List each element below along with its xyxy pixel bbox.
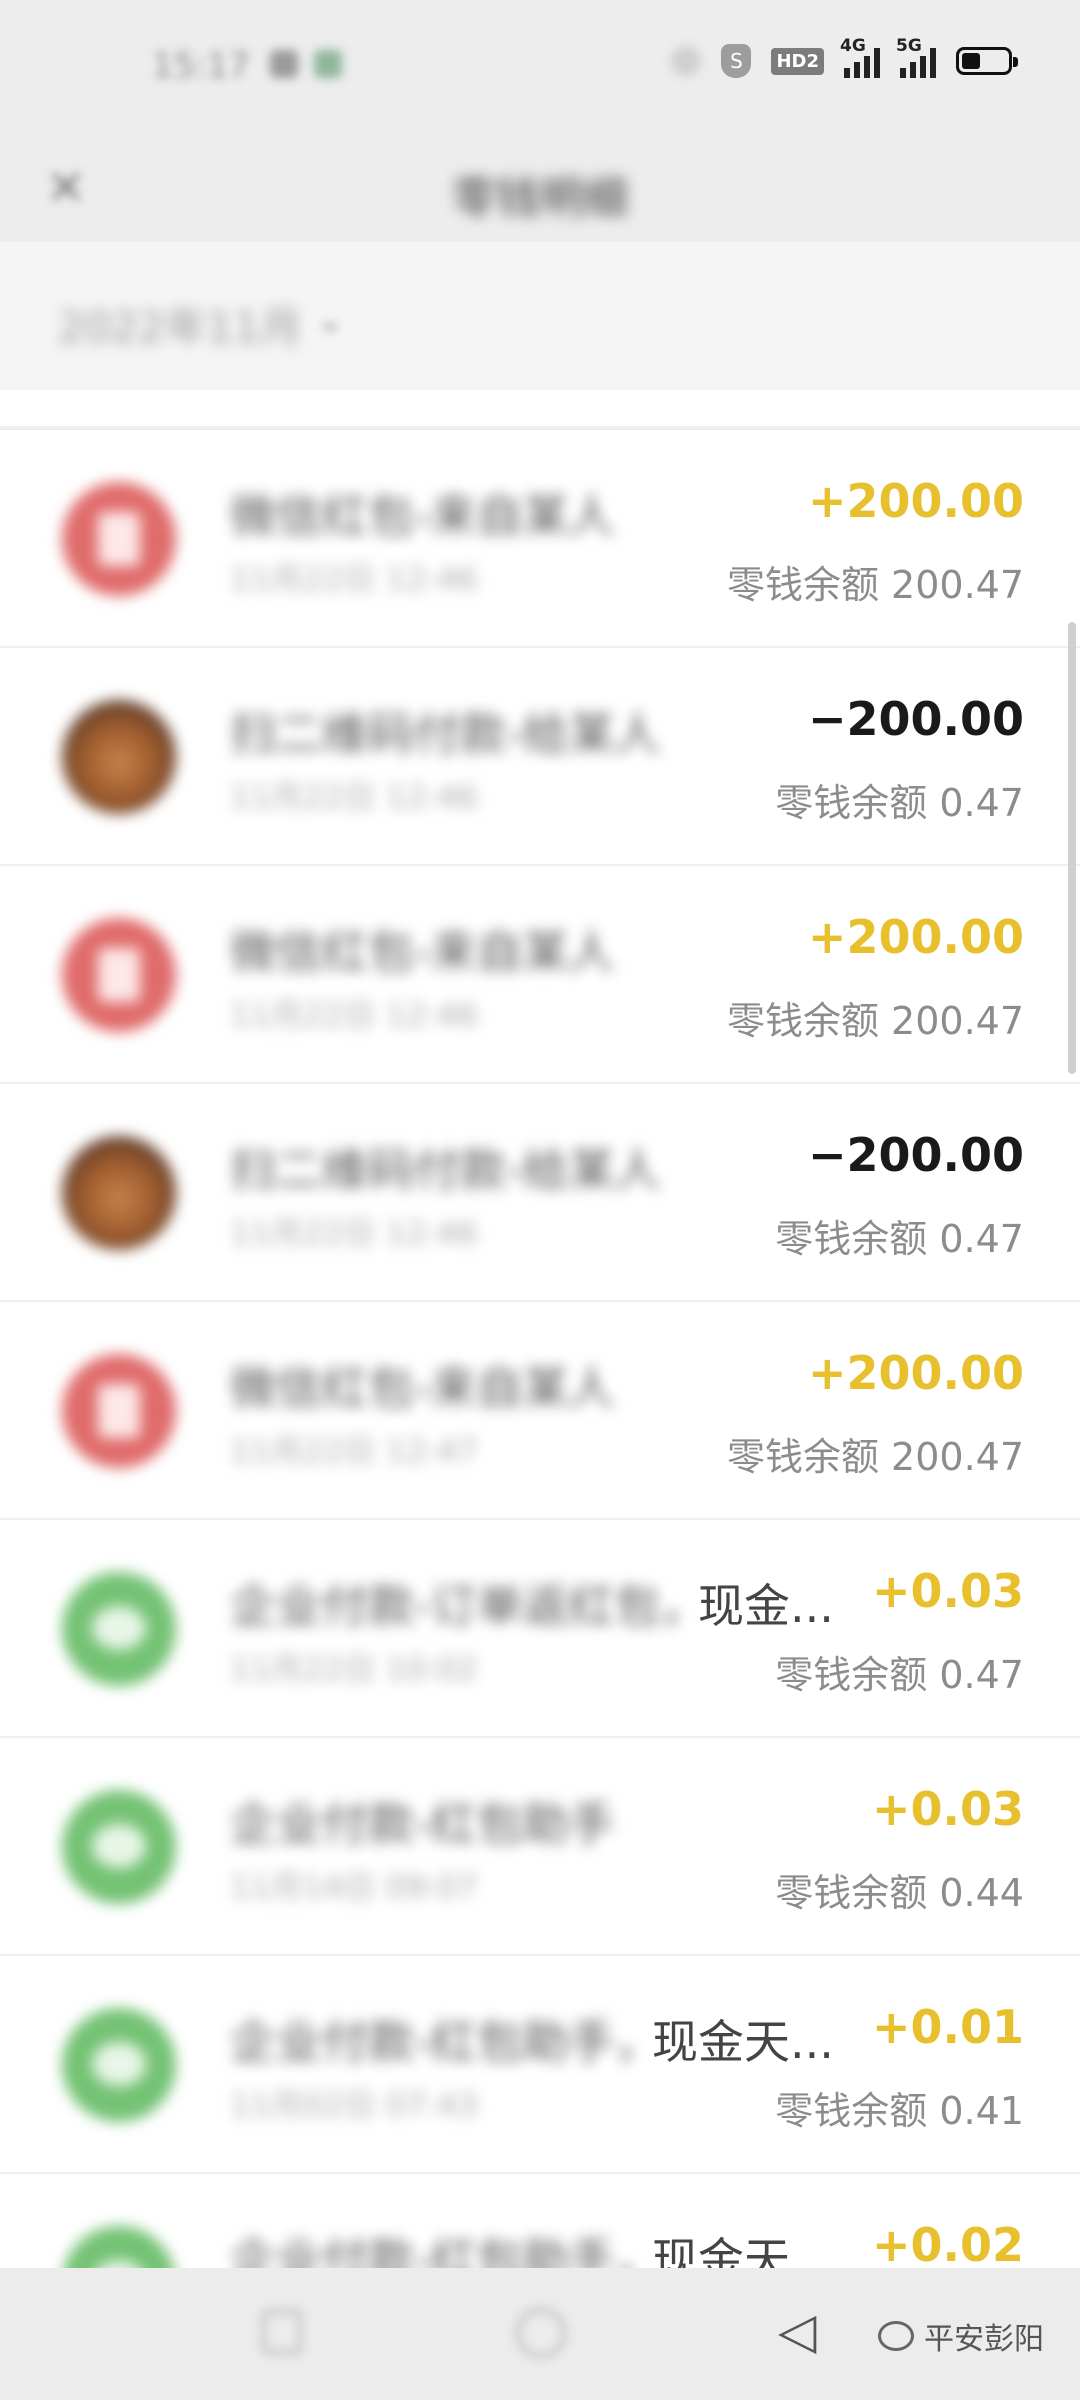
transaction-title: 企业付款-订单返红包， bbox=[230, 1579, 707, 1633]
transaction-row[interactable]: 企业付款-订单返红包， 现金... 11月22日 10:02 +0.03 零钱余… bbox=[0, 1520, 1080, 1738]
list-top-divider bbox=[0, 390, 1080, 428]
transaction-amount: +200.00 bbox=[807, 474, 1024, 528]
title-bar: ✕ 零钱明细 bbox=[0, 136, 1080, 242]
transaction-title: 扫二维码付款-给某人 bbox=[230, 707, 661, 761]
transaction-amount: +200.00 bbox=[807, 910, 1024, 964]
status-bar: 15:17 S HD2 4G 5G bbox=[0, 0, 1080, 136]
transaction-title: 微信红包-来自某人 bbox=[230, 925, 615, 979]
signal-5g-icon: 5G bbox=[896, 36, 936, 78]
app-notification-icon bbox=[314, 50, 342, 78]
home-icon[interactable] bbox=[516, 2308, 566, 2358]
wechat-pay-icon bbox=[62, 1572, 176, 1686]
transaction-row[interactable]: 企业付款-红包助手， 现金天... 11月02日 07:43 +0.01 零钱余… bbox=[0, 1956, 1080, 2174]
transaction-row[interactable]: 微信红包-来自某人 11月22日 12:47 +200.00 零钱余额 200.… bbox=[0, 1302, 1080, 1520]
transaction-title: 企业付款-红包助手， bbox=[230, 2015, 661, 2069]
transaction-balance: 零钱余额 200.47 bbox=[726, 999, 1024, 1043]
transaction-balance: 零钱余额 0.47 bbox=[775, 1653, 1024, 1697]
transaction-amount: +0.03 bbox=[871, 1782, 1024, 1836]
red-packet-icon bbox=[62, 482, 176, 596]
transaction-date: 11月22日 12:46 bbox=[230, 560, 478, 598]
transaction-amount: −200.00 bbox=[807, 692, 1024, 746]
system-nav-bar: ◁ 平安彭阳 bbox=[0, 2268, 1080, 2400]
transaction-title-tail: 现金天... bbox=[652, 2015, 834, 2069]
month-label[interactable]: 2022年11月 bbox=[58, 294, 302, 355]
status-icons: S HD2 4G 5G bbox=[671, 36, 1018, 78]
transaction-balance: 零钱余额 200.47 bbox=[726, 563, 1024, 607]
transaction-title: 企业付款-红包助手 bbox=[230, 1797, 615, 1851]
transaction-title: 扫二维码付款-给某人 bbox=[230, 1143, 661, 1197]
transaction-amount: −200.00 bbox=[807, 1128, 1024, 1182]
month-selector[interactable]: 2022年11月 ⌄ bbox=[0, 242, 1080, 390]
watermark: 平安彭阳 bbox=[878, 2314, 1044, 2358]
watermark-text: 平安彭阳 bbox=[924, 2322, 1044, 2357]
red-packet-icon bbox=[62, 1354, 176, 1468]
notification-icon bbox=[270, 50, 298, 78]
scrollbar[interactable] bbox=[1068, 622, 1076, 1074]
transaction-balance: 零钱余额 200.47 bbox=[726, 1435, 1024, 1479]
transaction-balance: 零钱余额 0.47 bbox=[775, 1217, 1024, 1261]
back-icon[interactable]: ◁ bbox=[778, 2302, 816, 2360]
battery-icon bbox=[956, 47, 1018, 75]
transaction-row[interactable]: 企业付款-红包助手 11月14日 09:07 +0.03 零钱余额 0.44 bbox=[0, 1738, 1080, 1956]
recent-apps-icon[interactable] bbox=[262, 2310, 302, 2354]
transaction-row[interactable]: 扫二维码付款-给某人 11月22日 12:46 −200.00 零钱余额 0.4… bbox=[0, 648, 1080, 866]
signal-4g-icon: 4G bbox=[840, 36, 880, 78]
transaction-amount: +0.01 bbox=[871, 2000, 1024, 2054]
transaction-balance: 零钱余额 0.44 bbox=[775, 1871, 1024, 1915]
avatar bbox=[62, 1136, 176, 1250]
wechat-pay-icon bbox=[62, 1790, 176, 1904]
transaction-date: 11月22日 12:46 bbox=[230, 996, 478, 1034]
transaction-title: 微信红包-来自某人 bbox=[230, 489, 615, 543]
chevron-down-icon[interactable]: ⌄ bbox=[316, 300, 345, 340]
transaction-row[interactable]: 微信红包-来自某人 11月22日 12:46 +200.00 零钱余额 200.… bbox=[0, 430, 1080, 648]
transaction-amount: +200.00 bbox=[807, 1346, 1024, 1400]
hd-badge: HD2 bbox=[771, 47, 824, 75]
transaction-date: 11月22日 12:46 bbox=[230, 778, 478, 816]
transaction-row[interactable]: 扫二维码付款-给某人 11月22日 12:46 −200.00 零钱余额 0.4… bbox=[0, 1084, 1080, 1302]
transaction-list: 微信红包-来自某人 11月22日 12:46 +200.00 零钱余额 200.… bbox=[0, 430, 1080, 2392]
avatar bbox=[62, 700, 176, 814]
transaction-date: 11月02日 07:43 bbox=[230, 2086, 478, 2124]
transaction-amount: +0.03 bbox=[871, 1564, 1024, 1618]
transaction-title: 微信红包-来自某人 bbox=[230, 1361, 615, 1415]
transaction-amount: +0.02 bbox=[871, 2218, 1024, 2272]
transaction-date: 11月14日 09:07 bbox=[230, 1868, 478, 1906]
red-packet-icon bbox=[62, 918, 176, 1032]
chat-bubble-icon bbox=[878, 2321, 914, 2351]
transaction-date: 11月22日 10:02 bbox=[230, 1650, 478, 1688]
wechat-pay-icon bbox=[62, 2008, 176, 2122]
transaction-title-tail: 现金... bbox=[698, 1579, 834, 1633]
transaction-balance: 零钱余额 0.41 bbox=[775, 2089, 1024, 2133]
transaction-date: 11月22日 12:46 bbox=[230, 1214, 478, 1252]
notification-icons bbox=[270, 50, 342, 78]
page-title: 零钱明细 bbox=[452, 173, 628, 224]
alarm-icon bbox=[671, 46, 702, 76]
transaction-balance: 零钱余额 0.47 bbox=[775, 781, 1024, 825]
status-time: 15:17 bbox=[152, 46, 250, 86]
shield-icon: S bbox=[721, 44, 752, 78]
transaction-row[interactable]: 微信红包-来自某人 11月22日 12:46 +200.00 零钱余额 200.… bbox=[0, 866, 1080, 1084]
transaction-date: 11月22日 12:47 bbox=[230, 1432, 478, 1470]
